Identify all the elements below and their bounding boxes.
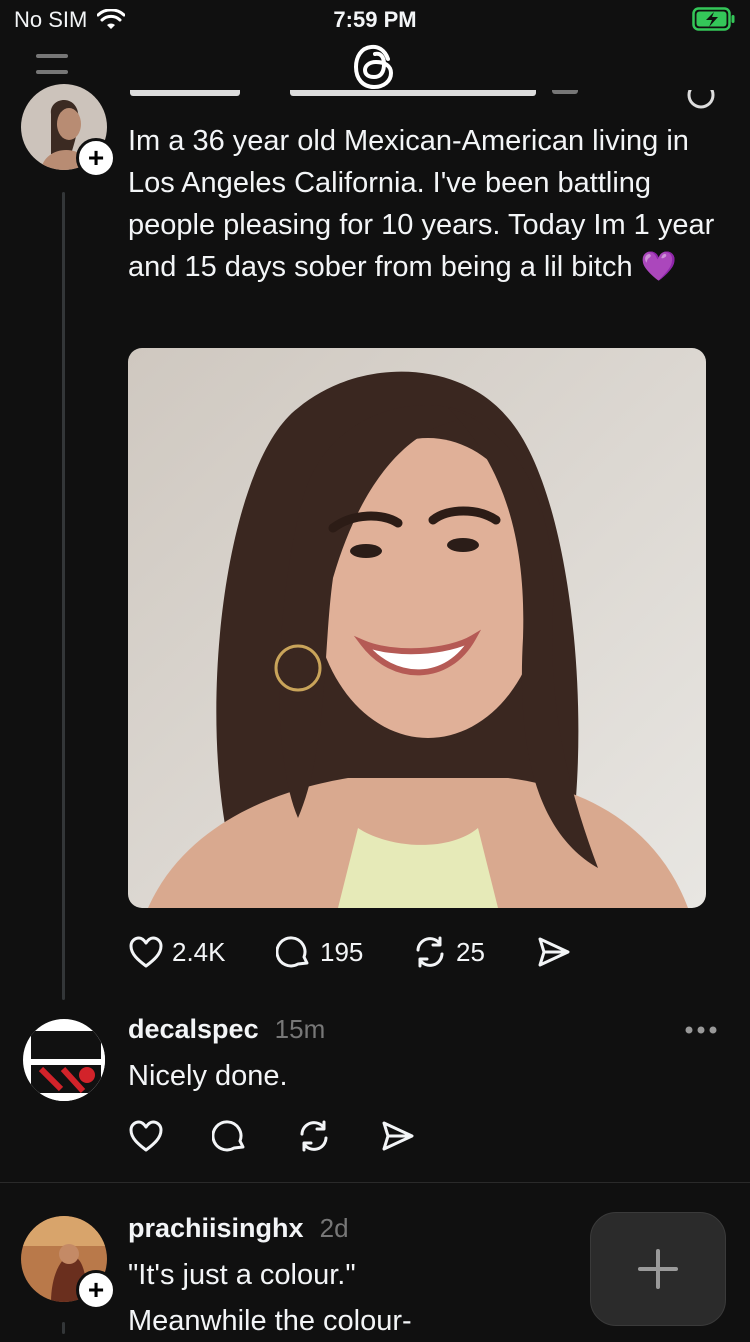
send-icon[interactable] (380, 1119, 416, 1153)
repost-icon (416, 936, 444, 968)
reply-body: Nicely done. (128, 1060, 288, 1092)
like-count: 2.4K (172, 936, 226, 967)
post-body: Im a 36 year old Mexican-American living… (128, 125, 715, 283)
follow-plus-icon[interactable]: + (76, 1270, 116, 1310)
thread-line (62, 192, 65, 1000)
like-button[interactable]: 2.4K (128, 935, 276, 969)
partial-header-blob (130, 90, 240, 96)
menu-icon[interactable] (36, 52, 68, 81)
repost-button[interactable]: 25 (412, 934, 536, 970)
reply-button[interactable]: 195 (276, 934, 412, 970)
clock: 7:59 PM (333, 7, 417, 32)
divider (0, 1182, 750, 1183)
repost-count: 25 (456, 936, 485, 967)
partial-header-blob (290, 90, 536, 96)
username[interactable]: prachiisinghx (128, 1213, 304, 1243)
thread-line (62, 1322, 65, 1334)
battery-charging-icon (692, 7, 735, 31)
comment-icon[interactable] (212, 1118, 248, 1154)
heart-icon (129, 936, 163, 968)
timestamp: 2d (319, 1213, 349, 1243)
send-icon (538, 937, 570, 967)
compose-button[interactable] (590, 1212, 726, 1326)
heart-icon[interactable] (128, 1119, 164, 1153)
username[interactable]: decalspec (128, 1014, 259, 1044)
post-photo[interactable] (128, 348, 706, 908)
post-actions: 2.4K 195 25 (128, 934, 572, 970)
scrolled-header-strip (0, 90, 750, 110)
more-options-icon[interactable] (686, 90, 716, 110)
follow-plus-icon[interactable]: + (76, 138, 116, 178)
reply-count: 195 (320, 936, 364, 967)
repost-icon[interactable] (296, 1118, 332, 1154)
avatar[interactable] (21, 1017, 107, 1103)
timestamp: 15m (274, 1014, 326, 1044)
more-options-icon[interactable] (684, 1025, 718, 1035)
comment-icon (276, 936, 309, 968)
partial-header-blob (552, 90, 578, 94)
threads-logo-icon[interactable] (351, 42, 399, 97)
plus-icon (638, 1249, 678, 1289)
top-bar (0, 38, 750, 90)
reply-actions (128, 1118, 416, 1154)
share-button[interactable] (536, 935, 572, 969)
